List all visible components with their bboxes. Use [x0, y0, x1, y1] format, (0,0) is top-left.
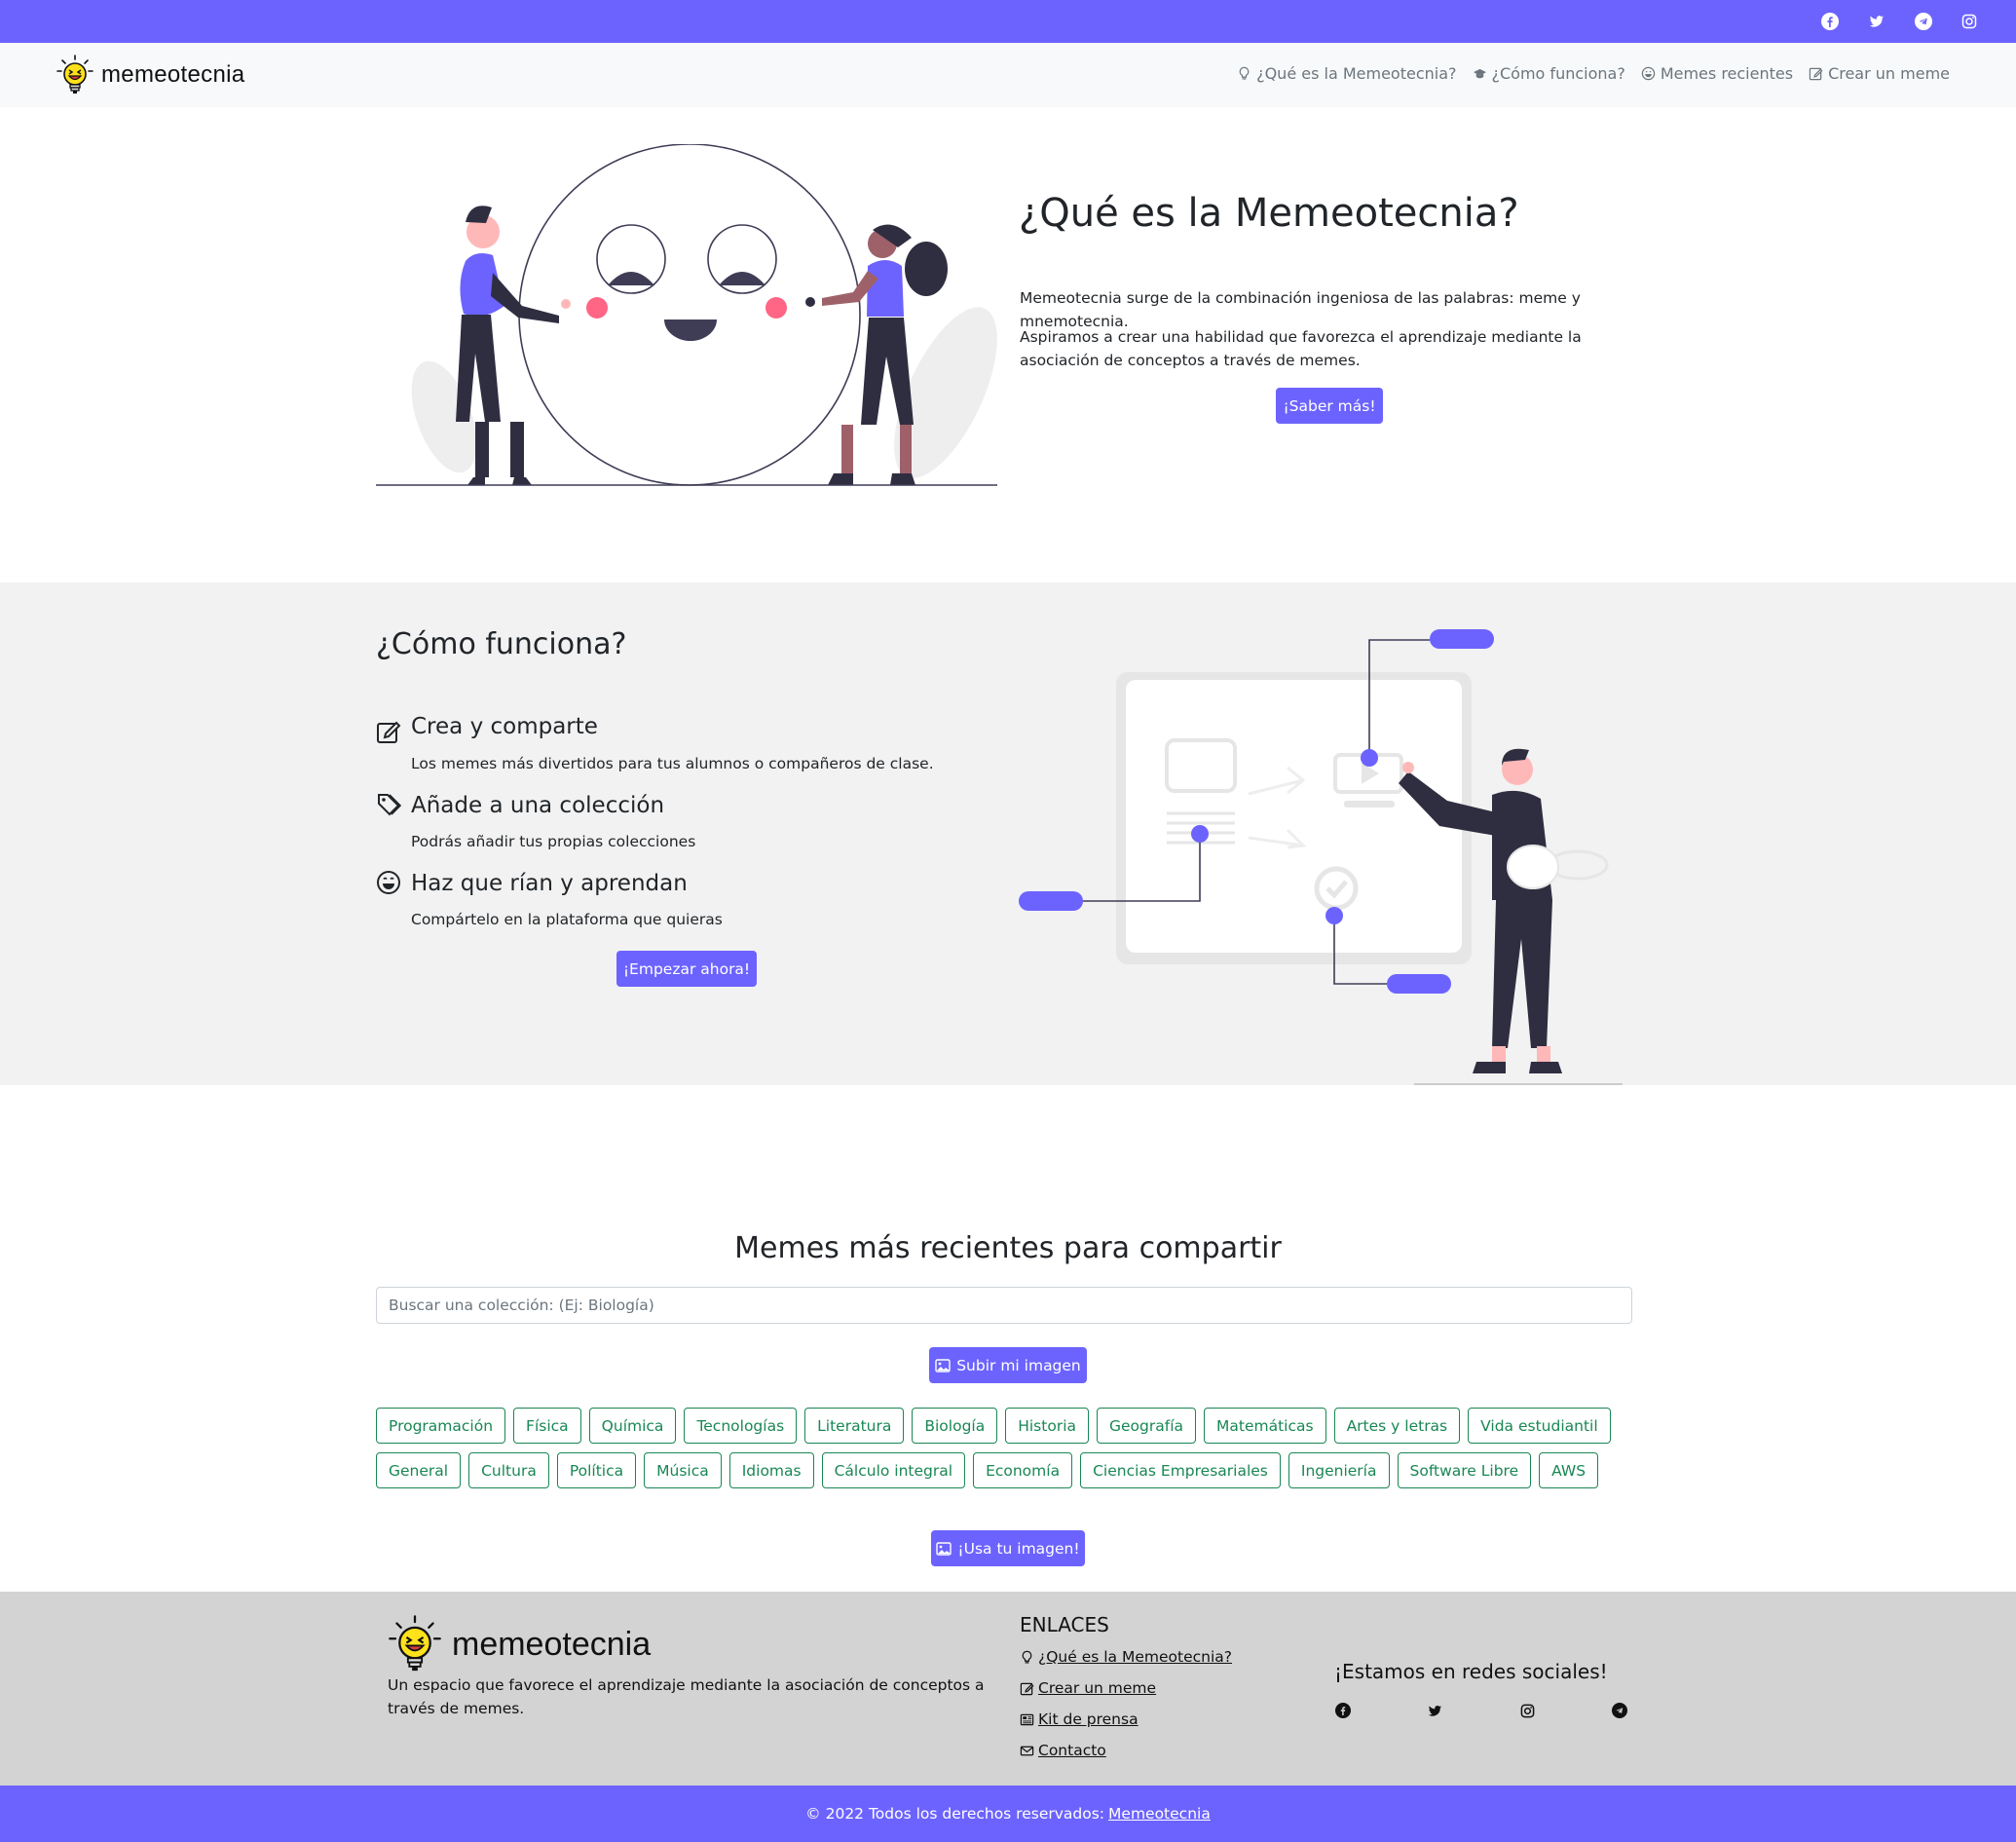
- footer-link-que-es[interactable]: ¿Qué es la Memeotecnia?: [1020, 1648, 1232, 1666]
- tag-button[interactable]: Política: [556, 1452, 637, 1488]
- tag-button[interactable]: Física: [513, 1408, 581, 1444]
- tag-button[interactable]: Literatura: [804, 1408, 905, 1444]
- footer-description: Un espacio que favorece el aprendizaje m…: [388, 1676, 985, 1717]
- instagram-icon[interactable]: [1960, 13, 1978, 30]
- footer-link-label: Crear un meme: [1038, 1679, 1157, 1697]
- tag-button[interactable]: Programación: [376, 1408, 506, 1444]
- twitter-icon[interactable]: [1427, 1703, 1442, 1718]
- saber-mas-button[interactable]: ¡Saber más!: [1276, 388, 1383, 424]
- how-it-works-illustration: [1019, 629, 1623, 1085]
- step-title: Haz que rían y aprendan: [411, 871, 688, 896]
- tag-button[interactable]: Idiomas: [728, 1452, 814, 1488]
- nav-link-label: ¿Cómo funciona?: [1491, 64, 1625, 83]
- use-image-button[interactable]: ¡Usa tu imagen!: [931, 1530, 1085, 1566]
- envelope-icon: [1020, 1746, 1034, 1755]
- footer-link-crear-meme[interactable]: Crear un meme: [1020, 1679, 1156, 1697]
- telegram-icon[interactable]: [1915, 13, 1932, 30]
- tag-button[interactable]: Vida estudiantil: [1468, 1408, 1611, 1444]
- laugh-icon: [377, 871, 400, 894]
- tag-button[interactable]: Artes y letras: [1333, 1408, 1461, 1444]
- footer-link-label: ¿Qué es la Memeotecnia?: [1038, 1648, 1233, 1666]
- tag-button[interactable]: Historia: [1005, 1408, 1089, 1444]
- copyright-link[interactable]: Memeotecnia: [1108, 1805, 1211, 1823]
- tag-button[interactable]: Tecnologías: [684, 1408, 798, 1444]
- copyright-bar: © 2022 Todos los derechos reservados: Me…: [0, 1786, 2016, 1842]
- empezar-ahora-button[interactable]: ¡Empezar ahora!: [616, 951, 757, 987]
- tag-button[interactable]: Geografía: [1097, 1408, 1197, 1444]
- tag-button[interactable]: General: [376, 1452, 462, 1488]
- footer-link-kit-prensa[interactable]: Kit de prensa: [1020, 1710, 1139, 1728]
- step-title: Crea y comparte: [411, 714, 598, 739]
- como-funciona-section: [0, 583, 2016, 1085]
- tag-button[interactable]: Química: [588, 1408, 677, 1444]
- top-social-bar: [0, 0, 2016, 43]
- nav-link-memes-recientes[interactable]: Memes recientes: [1641, 64, 1793, 83]
- tag-button[interactable]: Música: [644, 1452, 722, 1488]
- hero-illustration: [376, 144, 997, 486]
- lightbulb-laugh-logo: [56, 55, 93, 94]
- footer-link-contacto[interactable]: Contacto: [1020, 1742, 1106, 1759]
- button-label: ¡Usa tu imagen!: [957, 1539, 1080, 1558]
- section-title: Memes más recientes para compartir: [734, 1231, 1282, 1265]
- step-desc: Podrás añadir tus propias colecciones: [411, 833, 696, 850]
- instagram-icon[interactable]: [1519, 1703, 1535, 1718]
- image-icon: [936, 1541, 952, 1556]
- nav-link-label: Memes recientes: [1660, 64, 1794, 83]
- tag-list: Programación Física Química Tecnologías Lite…: [376, 1408, 1611, 1444]
- brand-name: memeotecnia: [452, 1625, 652, 1663]
- lightbulb-icon: [1239, 66, 1250, 80]
- collection-search-input[interactable]: [376, 1287, 1632, 1324]
- edit-icon: [1809, 67, 1823, 81]
- telegram-icon[interactable]: [1612, 1703, 1627, 1718]
- nav-link-label: ¿Qué es la Memeotecnia?: [1256, 64, 1457, 83]
- tag-button[interactable]: Matemáticas: [1204, 1408, 1326, 1444]
- tag-button[interactable]: Biología: [912, 1408, 998, 1444]
- tag-button[interactable]: Cálculo integral: [821, 1452, 966, 1488]
- smile-icon: [1641, 66, 1656, 81]
- step-desc: Los memes más divertidos para tus alumno…: [411, 755, 934, 772]
- copyright-text: © 2022 Todos los derechos reservados:: [805, 1805, 1105, 1823]
- footer-link-label: Kit de prensa: [1038, 1710, 1139, 1728]
- nav-link-que-es[interactable]: ¿Qué es la Memeotecnia?: [1237, 64, 1457, 83]
- newspaper-icon: [1020, 1713, 1034, 1725]
- tag-button[interactable]: Software Libre: [1397, 1452, 1532, 1488]
- hero-paragraph: Aspiramos a crear una habilidad que favo…: [1020, 328, 1582, 369]
- facebook-icon[interactable]: [1821, 13, 1839, 30]
- footer-link-label: Contacto: [1038, 1742, 1106, 1759]
- tags-icon: [378, 794, 401, 816]
- tag-button[interactable]: Economía: [973, 1452, 1073, 1488]
- section-title: ¿Cómo funciona?: [376, 627, 627, 661]
- step-title: Añade a una colección: [411, 793, 665, 818]
- mortarboard-icon: [1473, 68, 1486, 79]
- hero-title: ¿Qué es la Memeotecnia?: [1019, 191, 1519, 236]
- lightbulb-icon: [1022, 1650, 1032, 1664]
- twitter-icon[interactable]: [1868, 13, 1885, 30]
- button-label: Subir mi imagen: [956, 1356, 1081, 1374]
- nav-link-label: Crear un meme: [1828, 64, 1950, 83]
- main-nav: ¿Qué es la Memeotecnia? ¿Cómo funciona? …: [1237, 64, 1950, 83]
- image-icon: [935, 1358, 951, 1372]
- nav-link-como-funciona[interactable]: ¿Cómo funciona?: [1473, 64, 1625, 83]
- brand-logo[interactable]: memeotecnia: [56, 55, 244, 95]
- step-desc: Compártelo en la plataforma que quieras: [411, 911, 723, 928]
- tag-button[interactable]: AWS: [1539, 1452, 1599, 1488]
- tag-list: General Cultura Política Música Idiomas Cálcu…: [376, 1452, 1599, 1488]
- tag-button[interactable]: Ingeniería: [1288, 1452, 1390, 1488]
- facebook-icon[interactable]: [1335, 1703, 1351, 1718]
- footer-links-heading: ENLACES: [1020, 1613, 1109, 1636]
- edit-icon: [1020, 1682, 1034, 1695]
- brand-name: memeotecnia: [101, 61, 245, 88]
- footer-social-heading: ¡Estamos en redes sociales!: [1334, 1660, 1608, 1683]
- tag-button[interactable]: Cultura: [468, 1452, 549, 1488]
- upload-image-button[interactable]: Subir mi imagen: [929, 1347, 1087, 1383]
- nav-link-crear-meme[interactable]: Crear un meme: [1809, 64, 1950, 83]
- footer: [0, 1592, 2016, 1786]
- edit-icon: [377, 721, 401, 743]
- tag-button[interactable]: Ciencias Empresariales: [1080, 1452, 1281, 1488]
- footer-brand[interactable]: memeotecnia: [388, 1615, 651, 1673]
- lightbulb-laugh-logo: [389, 1615, 441, 1672]
